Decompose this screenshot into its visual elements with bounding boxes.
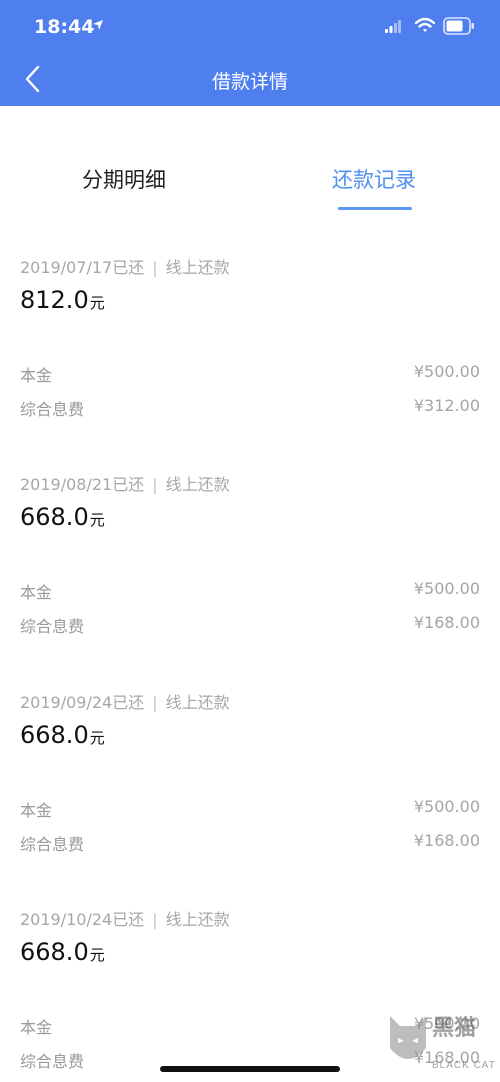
status-bar: 18:44 xyxy=(0,0,500,54)
tab-bar: 分期明细 还款记录 xyxy=(0,106,500,214)
amount-value: 812.0 xyxy=(20,286,89,314)
separator: | xyxy=(152,258,158,277)
watermark-cn: 黑猫 xyxy=(432,1016,477,1041)
amount-unit: 元 xyxy=(89,946,105,964)
tab-repayment-records[interactable]: 还款记录 xyxy=(332,164,416,194)
record-date: 2019/08/21已还 xyxy=(20,475,145,494)
record-header: 2019/10/24已还 | 线上还款 xyxy=(20,906,230,930)
principal-label: 本金 xyxy=(20,801,53,820)
record-method: 线上还款 xyxy=(165,258,230,277)
record-method: 线上还款 xyxy=(165,693,230,712)
location-arrow-icon xyxy=(93,20,103,30)
home-indicator[interactable] xyxy=(160,1066,340,1072)
fee-value: ¥312.00 xyxy=(413,396,480,415)
separator: | xyxy=(152,475,158,494)
black-cat-watermark: 黑猫 BLACK CAT xyxy=(386,1008,498,1080)
cat-shield-icon xyxy=(390,1016,426,1059)
record-date: 2019/07/17已还 xyxy=(20,258,145,277)
cellular-signal-icon xyxy=(385,20,401,33)
amount-unit: 元 xyxy=(89,294,105,312)
amount-value: 668.0 xyxy=(20,721,89,749)
tab-installment-details[interactable]: 分期明细 xyxy=(82,164,166,194)
separator: | xyxy=(152,693,158,712)
fee-label: 综合息费 xyxy=(20,617,85,636)
amount-unit: 元 xyxy=(89,511,105,529)
fee-label: 综合息费 xyxy=(20,1052,85,1071)
principal-label: 本金 xyxy=(20,366,53,385)
active-tab-indicator xyxy=(338,207,412,210)
record-header: 2019/09/24已还 | 线上还款 xyxy=(20,689,230,713)
principal-label: 本金 xyxy=(20,1018,53,1037)
record-method: 线上还款 xyxy=(165,475,230,494)
record-header: 2019/07/17已还 | 线上还款 xyxy=(20,254,230,278)
fee-label: 综合息费 xyxy=(20,400,85,419)
fee-value: ¥168.00 xyxy=(413,613,480,632)
amount-unit: 元 xyxy=(89,729,105,747)
principal-value: ¥500.00 xyxy=(413,797,480,816)
amount-value: 668.0 xyxy=(20,503,89,531)
record-amount: 812.0元 xyxy=(20,286,105,314)
top-bar: 18:44 借款详情 xyxy=(0,0,500,106)
record-date: 2019/09/24已还 xyxy=(20,693,145,712)
status-time: 18:44 xyxy=(34,16,95,38)
record-header: 2019/08/21已还 | 线上还款 xyxy=(20,471,230,495)
fee-label: 综合息费 xyxy=(20,835,85,854)
principal-value: ¥500.00 xyxy=(413,362,480,381)
record-amount: 668.0元 xyxy=(20,938,105,966)
record-amount: 668.0元 xyxy=(20,721,105,749)
wifi-icon xyxy=(415,17,435,32)
separator: | xyxy=(152,910,158,929)
page-title: 借款详情 xyxy=(211,71,288,93)
principal-label: 本金 xyxy=(20,583,53,602)
record-date: 2019/10/24已还 xyxy=(20,910,145,929)
amount-value: 668.0 xyxy=(20,938,89,966)
battery-icon xyxy=(443,17,474,35)
principal-value: ¥500.00 xyxy=(413,579,480,598)
fee-value: ¥168.00 xyxy=(413,831,480,850)
record-method: 线上还款 xyxy=(165,910,230,929)
watermark-en: BLACK CAT xyxy=(432,1060,496,1071)
record-amount: 668.0元 xyxy=(20,503,105,531)
